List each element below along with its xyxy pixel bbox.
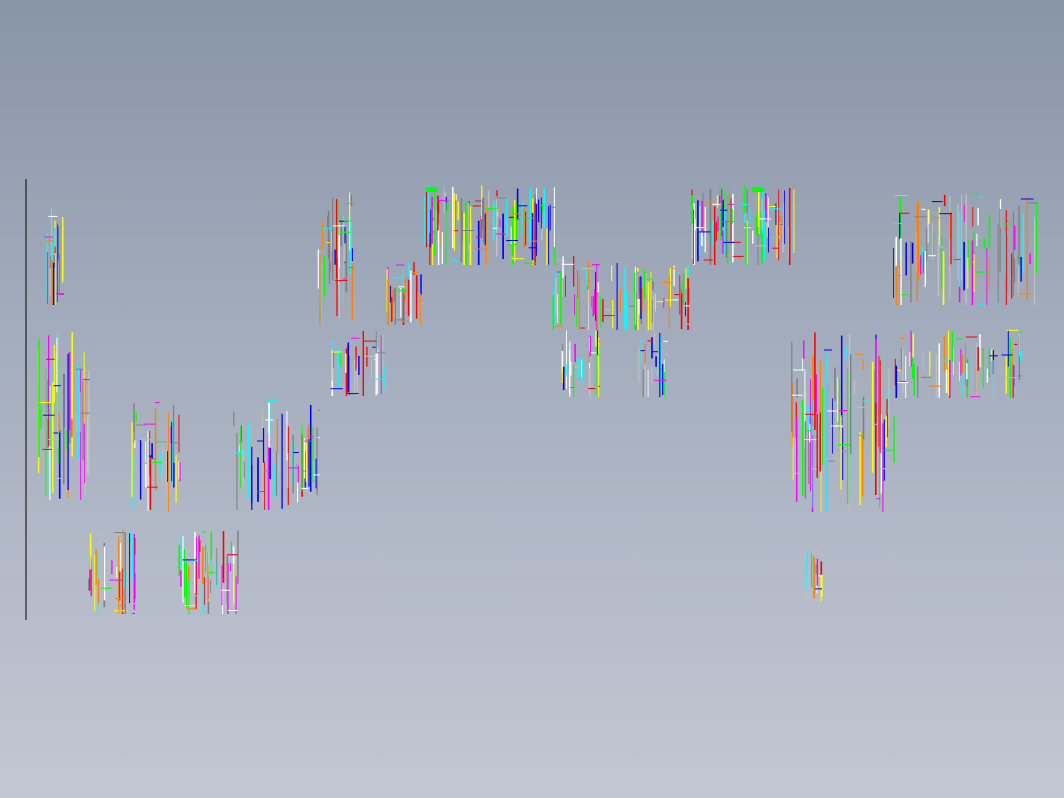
drawing-strokes — [38, 185, 1038, 614]
drawing-marker — [426, 187, 438, 192]
drawing-marker — [752, 187, 764, 192]
cad-drawing — [25, 179, 1038, 620]
cad-viewport[interactable] — [0, 0, 1064, 798]
